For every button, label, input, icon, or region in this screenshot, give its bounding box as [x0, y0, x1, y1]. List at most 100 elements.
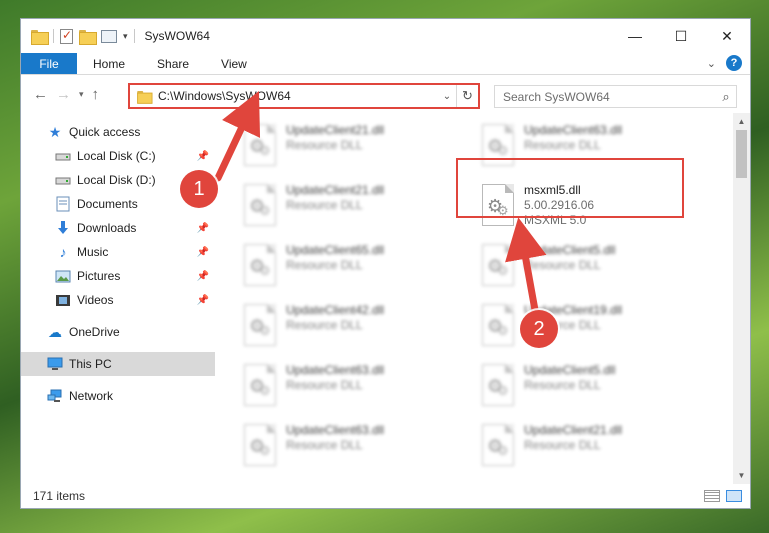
address-dropdown-icon[interactable]: ⌄: [438, 91, 456, 102]
view-details-icon[interactable]: [101, 29, 117, 43]
sidebar-item-downloads[interactable]: Downloads 📌: [21, 216, 215, 240]
file-name: UpdateClient5.dll: [524, 243, 616, 257]
file-type: Resource DLL: [286, 138, 363, 152]
toolbar-separator: [53, 29, 54, 43]
sidebar-item-videos[interactable]: Videos 📌: [21, 288, 215, 312]
address-path[interactable]: C:\Windows\SysWOW64: [158, 89, 438, 103]
view-switcher: [704, 490, 742, 502]
file-name: UpdateClient5.dll: [524, 363, 616, 377]
toolbar-separator: [133, 29, 135, 43]
vertical-scrollbar[interactable]: ▲ ▼: [733, 113, 750, 484]
file-name: UpdateClient63.dll: [286, 363, 385, 377]
search-box[interactable]: Search SysWOW64 ⌕: [494, 85, 737, 108]
list-item[interactable]: ⚙ ⚙ UpdateClient5.dll Resource DLL: [473, 361, 678, 413]
list-item[interactable]: ⚙ ⚙ UpdateClient42.dll Resource DLL: [235, 301, 440, 353]
window-controls: — ☐ ✕: [612, 19, 750, 53]
sidebar-item-label: Videos: [77, 293, 114, 307]
list-item[interactable]: ⚙ ⚙ UpdateClient5.dll Resource DLL: [473, 241, 678, 293]
file-type: Resource DLL: [286, 258, 363, 272]
drive-icon: [55, 148, 71, 164]
file-type: Resource DLL: [286, 198, 363, 212]
sidebar-item-network[interactable]: Network: [21, 384, 215, 408]
search-icon[interactable]: ⌕: [716, 89, 736, 105]
list-item[interactable]: ⚙ ⚙ UpdateClient63.dll Resource DLL: [235, 361, 440, 413]
documents-icon: [55, 196, 71, 212]
network-icon: [47, 388, 63, 404]
details-view-icon[interactable]: [704, 490, 720, 502]
pin-icon[interactable]: 📌: [197, 151, 209, 162]
sidebar-item-onedrive[interactable]: ☁ OneDrive: [21, 320, 215, 344]
folder-icon: [137, 90, 153, 104]
sidebar-item-label: OneDrive: [69, 325, 120, 339]
navigation-buttons: ← → ▾ ↑: [21, 86, 125, 103]
scroll-down-icon[interactable]: ▼: [733, 467, 750, 484]
help-icon[interactable]: ?: [726, 55, 742, 71]
dll-file-icon: ⚙ ⚙: [480, 304, 518, 350]
forward-arrow-icon[interactable]: →: [56, 86, 71, 103]
folder-icon: [31, 29, 49, 45]
pictures-icon: [55, 268, 71, 284]
sidebar-item-pictures[interactable]: Pictures 📌: [21, 264, 215, 288]
refresh-icon[interactable]: ↻: [456, 85, 478, 107]
recent-locations-chevron-icon[interactable]: ▾: [79, 89, 84, 100]
dll-file-icon: ⚙ ⚙: [242, 124, 280, 170]
star-icon: ★: [48, 123, 62, 140]
sidebar-item-label: Local Disk (C:): [77, 149, 156, 163]
downloads-icon: [55, 220, 71, 236]
dll-file-icon: ⚙ ⚙: [242, 364, 280, 410]
tab-view[interactable]: View: [205, 53, 263, 74]
tab-share[interactable]: Share: [141, 53, 205, 74]
back-arrow-icon[interactable]: ←: [33, 86, 48, 103]
maximize-button[interactable]: ☐: [658, 19, 704, 53]
item-count: 171 items: [33, 489, 86, 503]
sidebar-item-music[interactable]: ♪ Music 📌: [21, 240, 215, 264]
list-item[interactable]: ⚙ ⚙ UpdateClient65.dll Resource DLL: [235, 241, 440, 293]
step-marker-2: 2: [520, 310, 558, 348]
sidebar-item-label: Downloads: [77, 221, 137, 235]
file-type: Resource DLL: [524, 258, 601, 272]
drive-icon: [55, 172, 71, 188]
sidebar-item-label: This PC: [69, 357, 112, 371]
address-bar[interactable]: C:\Windows\SysWOW64 ⌄ ↻: [128, 83, 480, 109]
large-icons-view-icon[interactable]: [726, 490, 742, 502]
sidebar-item-local-disk-c[interactable]: Local Disk (C:) 📌: [21, 144, 215, 168]
dll-file-icon: ⚙ ⚙: [242, 244, 280, 290]
sidebar-item-this-pc[interactable]: This PC: [21, 352, 215, 376]
ribbon-right: ⌄ ?: [707, 55, 742, 71]
scroll-up-icon[interactable]: ▲: [733, 113, 750, 130]
expand-ribbon-chevron-icon[interactable]: ⌄: [707, 57, 716, 70]
dll-file-icon: ⚙ ⚙: [242, 424, 280, 470]
list-item[interactable]: ⚙ ⚙ UpdateClient21.dll Resource DLL: [235, 181, 440, 233]
sidebar-item-label: Pictures: [77, 269, 121, 283]
sidebar-item-quick-access[interactable]: ★ Quick access: [21, 120, 215, 144]
dll-file-icon: ⚙ ⚙: [480, 364, 518, 410]
highlight-box-msxml5: [456, 158, 684, 218]
explorer-window: ▾ SysWOW64 — ☐ ✕ File Home Share View ⌄ …: [20, 18, 751, 509]
ribbon-tabs: File Home Share View ⌄ ?: [21, 53, 750, 75]
customize-toolbar-chevron-icon[interactable]: ▾: [123, 31, 128, 42]
properties-check-icon[interactable]: [60, 28, 73, 44]
file-type: Resource DLL: [524, 378, 601, 392]
close-button[interactable]: ✕: [704, 19, 750, 53]
pin-icon[interactable]: 📌: [197, 295, 209, 306]
pin-icon[interactable]: 📌: [197, 247, 209, 258]
up-arrow-icon[interactable]: ↑: [92, 86, 100, 103]
new-folder-icon[interactable]: [79, 29, 97, 45]
tab-file[interactable]: File: [21, 53, 77, 74]
file-name: UpdateClient21.dll: [286, 123, 385, 137]
list-item[interactable]: ⚙ ⚙ UpdateClient19.dll Resource DLL: [473, 301, 678, 353]
search-input[interactable]: Search SysWOW64: [495, 90, 716, 104]
pin-icon[interactable]: 📌: [197, 271, 209, 282]
scroll-thumb[interactable]: [736, 130, 747, 178]
file-type: Resource DLL: [286, 438, 363, 452]
list-item[interactable]: ⚙ ⚙ UpdateClient21.dll Resource DLL: [473, 421, 678, 473]
file-type: Resource DLL: [524, 138, 601, 152]
pin-icon[interactable]: 📌: [197, 223, 209, 234]
minimize-button[interactable]: —: [612, 19, 658, 53]
list-item[interactable]: ⚙ ⚙ UpdateClient21.dll Resource DLL: [235, 121, 440, 173]
list-item[interactable]: ⚙ ⚙ UpdateClient63.dll Resource DLL: [235, 421, 440, 473]
sidebar-item-label: Network: [69, 389, 114, 403]
title-bar: ▾ SysWOW64 — ☐ ✕: [21, 19, 750, 53]
tab-home[interactable]: Home: [77, 53, 141, 74]
quick-access-toolbar: ▾: [21, 19, 135, 53]
